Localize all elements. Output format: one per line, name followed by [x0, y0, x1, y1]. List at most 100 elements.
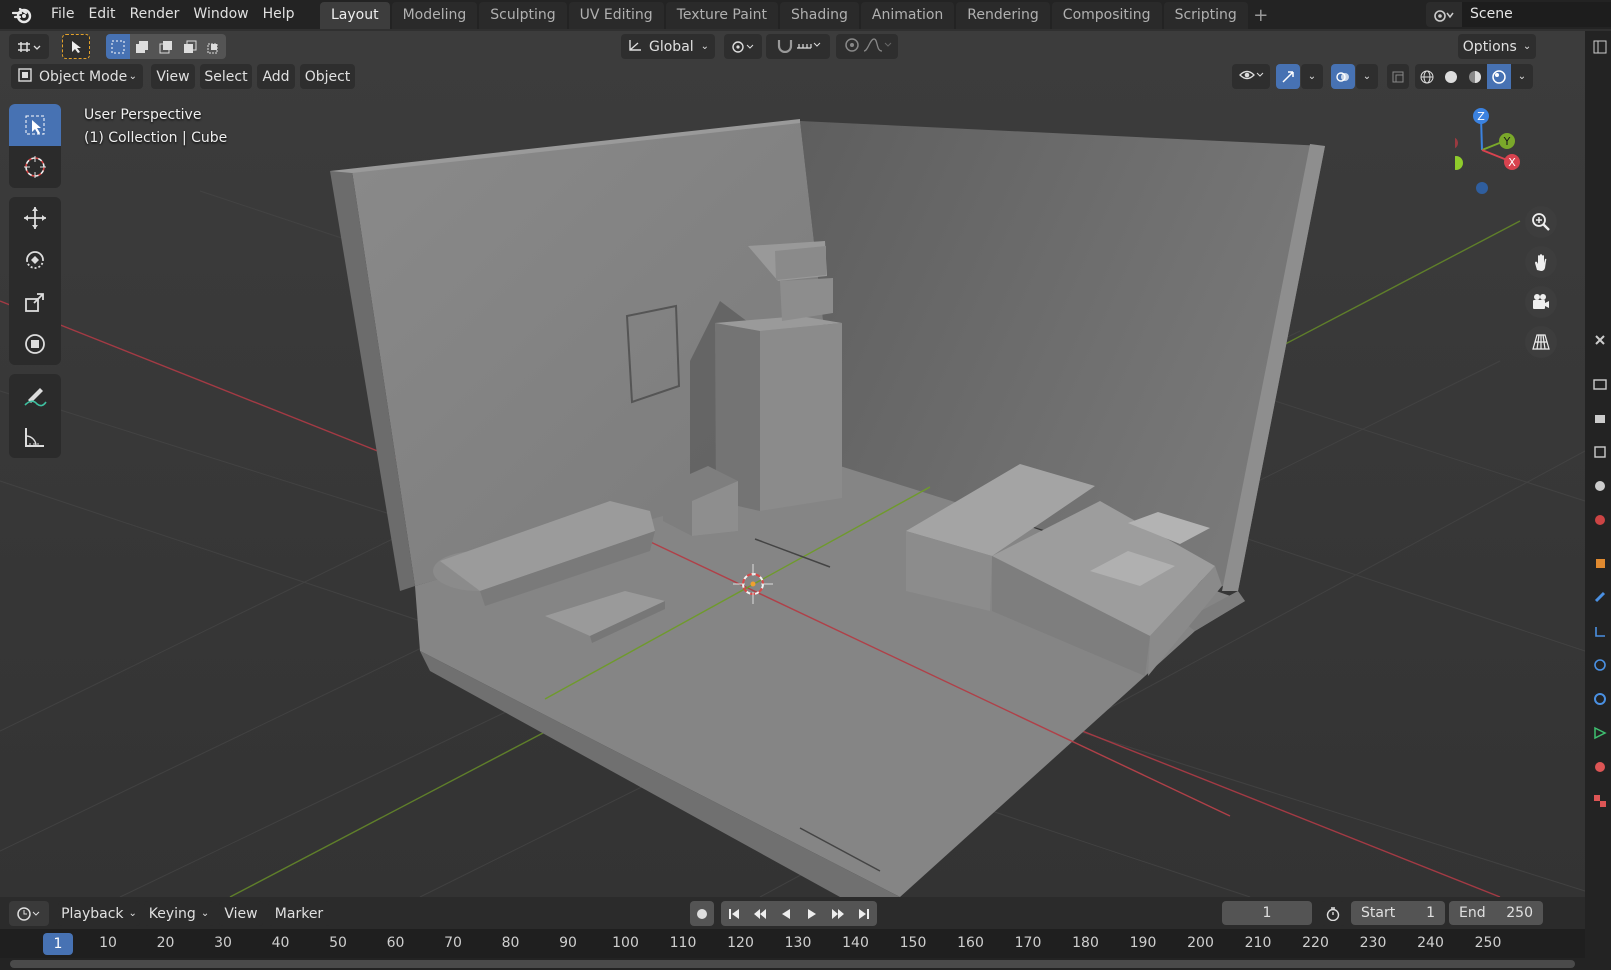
zoom-icon[interactable]	[1525, 206, 1557, 238]
navigation-gizmo[interactable]: Z Y X	[1446, 105, 1545, 205]
chevron-down-icon[interactable]: ⌄	[1511, 64, 1533, 89]
scene-properties-icon[interactable]	[1588, 474, 1611, 498]
menu-window[interactable]: Window	[186, 0, 255, 29]
options-dropdown[interactable]: Options ⌄	[1458, 34, 1536, 59]
object-properties-icon[interactable]	[1588, 551, 1611, 575]
xray-toggle-icon[interactable]	[1387, 64, 1409, 89]
menu-render[interactable]: Render	[123, 0, 187, 29]
scene-selector[interactable]: Scene	[1426, 2, 1611, 27]
perspective-toggle-icon[interactable]	[1525, 326, 1557, 358]
play-reverse-icon[interactable]	[773, 901, 799, 926]
scale-tool-icon[interactable]	[9, 281, 61, 323]
gizmo-neg-z[interactable]	[1476, 182, 1488, 194]
next-keyframe-icon[interactable]	[825, 901, 851, 926]
select-menu[interactable]: Select	[200, 64, 252, 89]
tab-texture-paint[interactable]: Texture Paint	[665, 2, 779, 29]
snap-increment-icon[interactable]	[795, 38, 821, 56]
solid-shading-icon[interactable]	[1439, 64, 1463, 89]
render-properties-icon[interactable]	[1588, 372, 1611, 396]
playback-menu[interactable]: Playback ⌄	[58, 901, 140, 926]
tool-properties-icon[interactable]	[1588, 328, 1611, 352]
constraints-properties-icon[interactable]	[1588, 687, 1611, 711]
tab-uv-editing[interactable]: UV Editing	[568, 2, 664, 29]
snapping-group[interactable]	[766, 34, 830, 59]
prev-keyframe-icon[interactable]	[747, 901, 773, 926]
timeline-scrollbar-thumb[interactable]	[10, 960, 1575, 968]
jump-start-icon[interactable]	[721, 901, 747, 926]
menu-edit[interactable]: Edit	[81, 0, 122, 29]
material-shading-icon[interactable]	[1463, 64, 1487, 89]
particles-properties-icon[interactable]	[1588, 619, 1611, 643]
add-menu[interactable]: Add	[257, 64, 295, 89]
gizmo-toggle-icon[interactable]	[1276, 64, 1300, 89]
scene-icon[interactable]	[1426, 2, 1462, 27]
scene-name-field[interactable]: Scene	[1462, 2, 1611, 27]
properties-editor-icon[interactable]	[1588, 35, 1611, 59]
tab-rendering[interactable]: Rendering	[956, 2, 1050, 29]
tab-modeling[interactable]: Modeling	[391, 2, 478, 29]
current-frame-indicator[interactable]: 1	[43, 933, 73, 955]
transform-orientation-dropdown[interactable]: Global ⌄	[621, 34, 715, 59]
falloff-curve-icon[interactable]	[862, 37, 892, 57]
transform-tool-icon[interactable]	[9, 323, 61, 365]
pivot-point-dropdown[interactable]	[724, 34, 762, 59]
tab-animation[interactable]: Animation	[860, 2, 955, 29]
measure-tool-icon[interactable]	[9, 416, 61, 458]
cursor-tool-icon[interactable]	[9, 146, 61, 188]
gizmo-neg-y[interactable]	[1449, 156, 1463, 170]
camera-view-icon[interactable]	[1525, 286, 1557, 318]
select-box-tool-icon[interactable]	[9, 104, 61, 146]
annotate-tool-icon[interactable]	[9, 374, 61, 416]
wireframe-shading-icon[interactable]	[1415, 64, 1439, 89]
visibility-dropdown[interactable]	[1232, 64, 1270, 89]
proportional-editing-group[interactable]	[836, 34, 898, 59]
overlays-toggle-icon[interactable]	[1331, 64, 1355, 89]
add-workspace-button[interactable]: +	[1250, 2, 1272, 29]
move-tool-icon[interactable]	[9, 197, 61, 239]
blender-logo-icon[interactable]	[0, 0, 44, 29]
select-extend-icon[interactable]	[130, 34, 154, 59]
pan-hand-icon[interactable]	[1525, 246, 1557, 278]
select-new-icon[interactable]	[106, 34, 130, 59]
data-properties-icon[interactable]	[1588, 721, 1611, 745]
select-invert-icon[interactable]	[178, 34, 202, 59]
material-properties-icon[interactable]	[1588, 755, 1611, 779]
select-intersect-icon[interactable]	[202, 34, 226, 59]
tab-layout[interactable]: Layout	[320, 2, 390, 29]
timeline-ruler[interactable]: 1 10 20 30 40 50 60 70 80 90 100 110 120 130 140 150 16…	[0, 929, 1585, 958]
end-frame-field[interactable]: End 250	[1449, 901, 1543, 925]
current-frame-field[interactable]: 1	[1222, 901, 1312, 925]
editor-type-button[interactable]	[9, 34, 49, 59]
play-icon[interactable]	[799, 901, 825, 926]
menu-help[interactable]: Help	[256, 0, 302, 29]
timeline-scrollbar[interactable]	[0, 958, 1585, 970]
timeline-view-menu[interactable]: View	[219, 901, 263, 926]
physics-properties-icon[interactable]	[1588, 653, 1611, 677]
marker-menu[interactable]: Marker	[268, 901, 330, 926]
view-layer-properties-icon[interactable]	[1588, 440, 1611, 464]
rendered-shading-icon[interactable]	[1487, 64, 1511, 89]
chevron-down-icon[interactable]: ⌄	[1356, 64, 1378, 89]
menu-file[interactable]: File	[44, 0, 81, 29]
start-frame-field[interactable]: Start 1	[1351, 901, 1445, 925]
magnet-icon[interactable]	[775, 37, 795, 57]
rotate-tool-icon[interactable]	[9, 239, 61, 281]
proportional-editing-icon[interactable]	[842, 37, 862, 57]
object-menu[interactable]: Object	[300, 64, 355, 89]
record-icon[interactable]	[690, 901, 714, 926]
timeline-editor-type-icon[interactable]	[9, 901, 49, 926]
tab-sculpting[interactable]: Sculpting	[479, 2, 567, 29]
3d-viewport[interactable]	[0, 31, 1585, 897]
texture-properties-icon[interactable]	[1588, 789, 1611, 813]
view-menu[interactable]: View	[151, 64, 195, 89]
tab-compositing[interactable]: Compositing	[1051, 2, 1162, 29]
stopwatch-icon[interactable]	[1321, 901, 1345, 926]
keying-menu[interactable]: Keying ⌄	[144, 901, 214, 926]
jump-end-icon[interactable]	[851, 901, 877, 926]
world-properties-icon[interactable]	[1588, 508, 1611, 532]
select-tool-icon[interactable]	[62, 34, 90, 59]
tab-shading[interactable]: Shading	[780, 2, 859, 29]
modifier-properties-icon[interactable]	[1588, 585, 1611, 609]
gizmo-neg-x[interactable]	[1446, 137, 1458, 149]
mode-dropdown[interactable]: Object Mode ⌄	[11, 64, 143, 89]
